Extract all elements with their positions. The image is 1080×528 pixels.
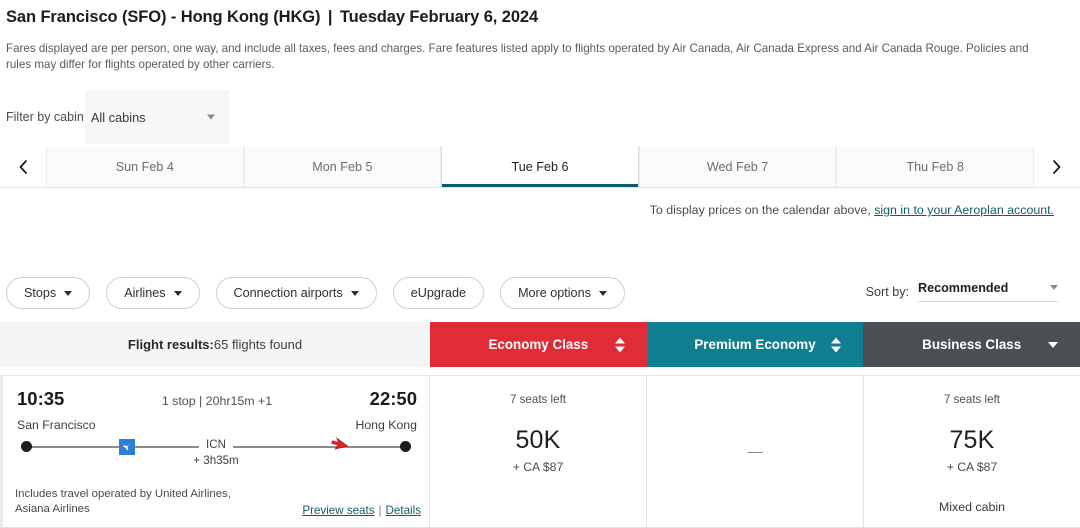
date-tabs-strip: Sun Feb 4 Mon Feb 5 Tue Feb 6 Wed Feb 7 … <box>0 146 1080 188</box>
updown-arrows-icon[interactable] <box>614 337 625 352</box>
sort-by-select[interactable]: Recommended <box>918 281 1058 302</box>
connection-airport-code: ICN <box>199 438 233 451</box>
flight-actions: Preview seats | Details <box>302 504 421 517</box>
flight-itinerary-panel[interactable]: 10:35 1 stop | 20hr15m +1 22:50 San Fran… <box>0 376 430 528</box>
route-destination: Hong Kong (HKG) <box>180 8 321 26</box>
next-dates-button[interactable] <box>1034 146 1080 187</box>
fare-cell-premium-economy: — <box>647 376 864 528</box>
date-tab-label: Mon Feb 5 <box>312 159 373 174</box>
flight-footer: Includes travel operated by United Airli… <box>15 487 421 517</box>
column-header-label: Economy Class <box>488 337 589 352</box>
flight-results-count: 65 flights found <box>213 337 303 352</box>
sort-by-value: Recommended <box>918 281 1009 295</box>
fare-points: 50K <box>515 426 561 454</box>
flight-results-label: Flight results: <box>127 337 214 352</box>
date-tab-tue-feb-6[interactable]: Tue Feb 6 <box>441 146 639 187</box>
results-header-bar: Flight results: 65 flights found Economy … <box>0 322 1080 367</box>
layover-duration: + 3h35m <box>193 454 239 467</box>
date-tab-sun-feb-4[interactable]: Sun Feb 4 <box>46 146 244 187</box>
date-tab-thu-feb-8[interactable]: Thu Feb 8 <box>836 146 1034 187</box>
fare-cell-business[interactable]: 7 seats left 75K + CA $87 Mixed cabin <box>864 376 1080 528</box>
filter-label: Connection airports <box>233 286 343 300</box>
chevron-down-icon <box>206 114 215 120</box>
cabin-filter-value: All cabins <box>90 109 146 125</box>
date-tab-mon-feb-5[interactable]: Mon Feb 5 <box>243 146 442 187</box>
date-tabs: Sun Feb 4 Mon Feb 5 Tue Feb 6 Wed Feb 7 … <box>46 146 1034 187</box>
fare-disclaimer: Fares displayed are per person, one way,… <box>6 42 1029 71</box>
links-divider: | <box>378 504 382 517</box>
destination-dot-icon <box>400 441 411 452</box>
flight-result-row: 10:35 1 stop | 20hr15m +1 22:50 San Fran… <box>0 375 1080 528</box>
departure-time: 10:35 <box>17 388 65 409</box>
date-tab-label: Wed Feb 7 <box>706 159 769 174</box>
date-tab-label: Tue Feb 6 <box>511 160 569 174</box>
route-origin: San Francisco (SFO) <box>6 8 167 26</box>
cabin-filter: Filter by cabin All cabins <box>0 90 229 144</box>
date-tab-label: Sun Feb 4 <box>115 159 174 174</box>
seats-left-badge: 7 seats left <box>509 393 567 406</box>
signin-note: To display prices on the calendar above,… <box>650 203 1054 217</box>
preview-seats-link[interactable]: Preview seats <box>302 504 374 517</box>
flight-results-summary: Flight results: 65 flights found <box>0 322 430 367</box>
fare-points: 75K <box>949 426 995 454</box>
flight-search-results-page: San Francisco (SFO) - Hong Kong (HKG) | … <box>0 0 1080 528</box>
cabin-filter-label: Filter by cabin <box>6 110 84 124</box>
origin-dot-icon <box>21 441 32 452</box>
filter-airlines-button[interactable]: Airlines <box>106 277 200 309</box>
seats-left-badge: 7 seats left <box>943 393 1001 406</box>
sort-by-label: Sort by: <box>865 284 909 299</box>
stops-and-duration: 1 stop | 20hr15m +1 <box>161 394 273 408</box>
destination-city: Hong Kong <box>355 418 417 432</box>
filter-label: Airlines <box>124 286 166 300</box>
page-title: San Francisco (SFO) - Hong Kong (HKG) | … <box>6 8 538 27</box>
cabin-filter-select[interactable]: All cabins <box>84 90 229 144</box>
filter-label: eUpgrade <box>410 286 467 300</box>
flight-cities: San Francisco Hong Kong <box>13 410 419 432</box>
chevron-down-icon <box>1050 285 1058 290</box>
origin-city: San Francisco <box>17 418 96 432</box>
column-header-business[interactable]: Business Class <box>863 322 1080 367</box>
fare-unavailable: — <box>747 443 763 460</box>
signin-note-text: To display prices on the calendar above, <box>649 203 875 217</box>
prev-dates-button[interactable] <box>0 146 46 187</box>
column-header-label: Premium Economy <box>694 337 816 352</box>
column-header-label: Business Class <box>922 337 1022 352</box>
filter-stops-button[interactable]: Stops <box>6 277 91 309</box>
route-diagram: ICN + 3h35m <box>19 435 413 469</box>
flight-times: 10:35 1 stop | 20hr15m +1 22:50 <box>13 376 419 410</box>
filter-label: More options <box>518 286 591 300</box>
fare-taxes: + CA $87 <box>946 460 998 474</box>
fare-taxes: + CA $87 <box>512 460 564 474</box>
date-tab-wed-feb-7[interactable]: Wed Feb 7 <box>638 146 837 187</box>
column-header-economy[interactable]: Economy Class <box>430 322 647 367</box>
sort-by-control: Sort by: Recommended <box>866 281 1058 302</box>
chevron-down-icon <box>350 290 359 296</box>
details-link[interactable]: Details <box>386 504 421 517</box>
updown-arrows-icon[interactable] <box>831 337 842 352</box>
filter-connection-airports-button[interactable]: Connection airports <box>215 277 377 309</box>
chevron-down-icon[interactable] <box>1048 341 1059 348</box>
fare-cell-economy[interactable]: 7 seats left 50K + CA $87 <box>430 376 647 528</box>
filter-pill-bar: Stops Airlines Connection airports eUpgr… <box>6 277 625 309</box>
airplane-icon <box>119 439 135 455</box>
filter-more-options-button[interactable]: More options <box>500 277 625 309</box>
aeroplan-signin-link[interactable]: sign in to your Aeroplan account. <box>874 203 1054 217</box>
title-separator: | <box>327 8 333 26</box>
chevron-down-icon <box>598 290 607 296</box>
travel-date: Tuesday February 6, 2024 <box>339 8 539 26</box>
arrival-time: 22:50 <box>369 388 417 409</box>
date-tab-label: Thu Feb 8 <box>906 159 964 174</box>
column-header-premium-economy[interactable]: Premium Economy <box>646 322 864 367</box>
filter-eupgrade-button[interactable]: eUpgrade <box>392 277 485 309</box>
filter-label: Stops <box>24 286 57 300</box>
operated-by-note: Includes travel operated by United Airli… <box>15 488 231 515</box>
chevron-down-icon <box>173 290 182 296</box>
mixed-cabin-note: Mixed cabin <box>938 500 1006 514</box>
mouse-cursor-icon <box>331 435 351 464</box>
chevron-down-icon <box>64 290 73 296</box>
route-dash: - <box>170 8 177 26</box>
